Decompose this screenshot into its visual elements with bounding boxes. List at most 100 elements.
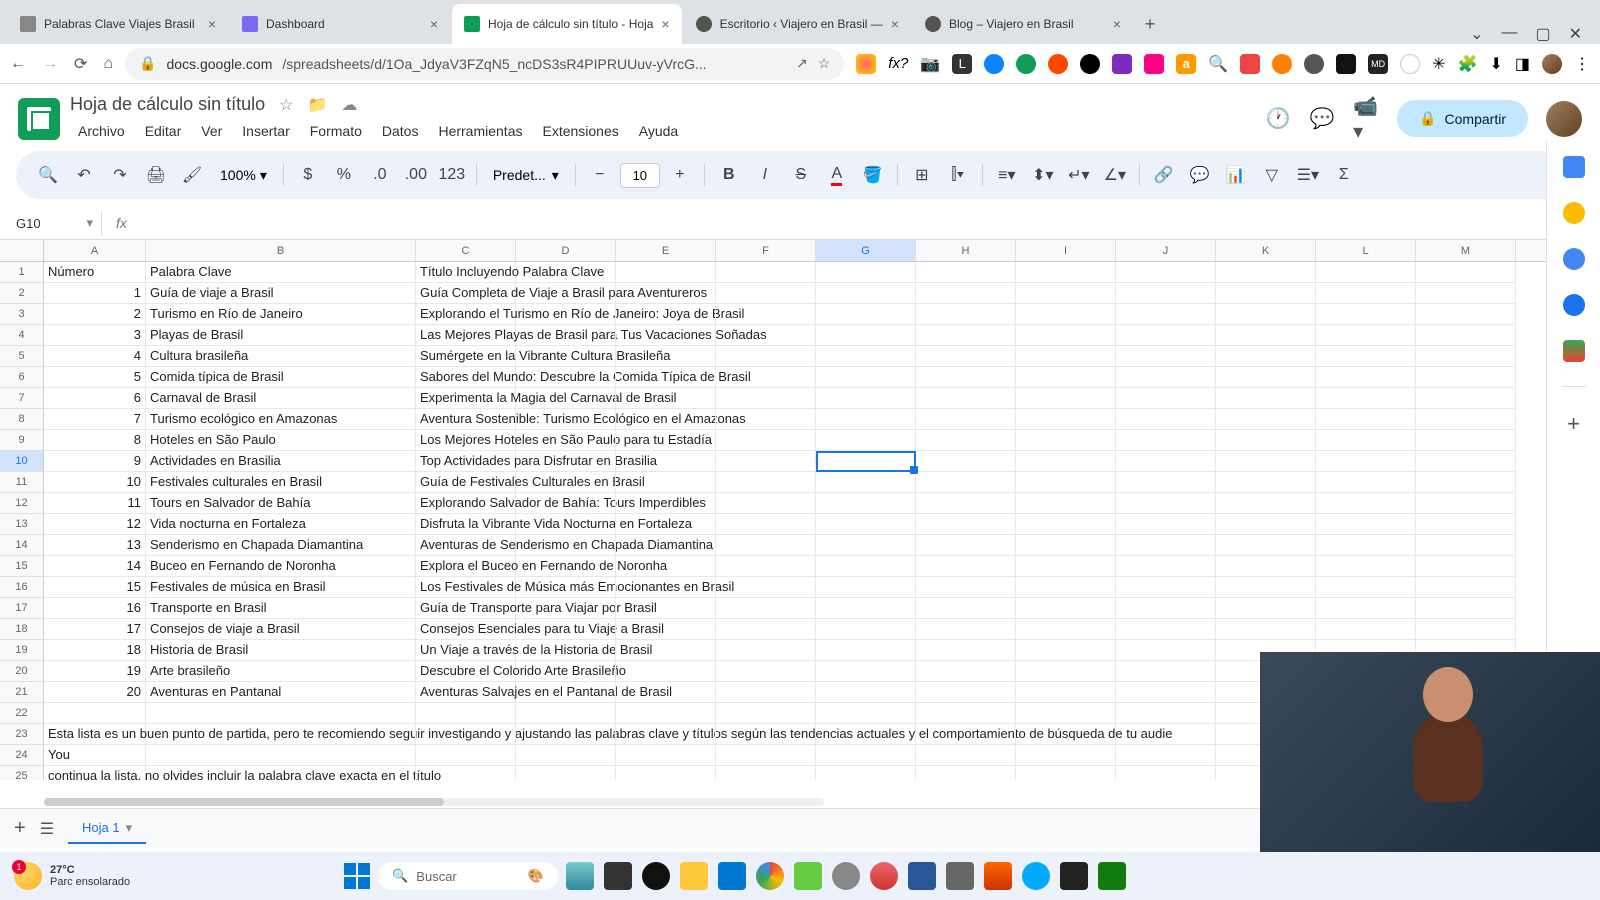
- row-header[interactable]: 2: [0, 283, 44, 304]
- row-header[interactable]: 6: [0, 367, 44, 388]
- cell[interactable]: [146, 703, 416, 724]
- close-icon[interactable]: ×: [661, 16, 669, 32]
- row-header[interactable]: 24: [0, 745, 44, 766]
- cell[interactable]: 14: [44, 556, 146, 577]
- cell[interactable]: Top Actividades para Disfrutar en Brasil…: [416, 451, 516, 472]
- cell[interactable]: continua la lista, no olvides incluir la…: [44, 766, 146, 780]
- cell[interactable]: [616, 640, 716, 661]
- cell[interactable]: [816, 283, 916, 304]
- cell[interactable]: Esta lista es un buen punto de partida, …: [44, 724, 146, 745]
- cell[interactable]: [816, 430, 916, 451]
- cell[interactable]: [1016, 535, 1116, 556]
- menu-archivo[interactable]: Archivo: [70, 119, 133, 143]
- cell[interactable]: [1016, 661, 1116, 682]
- cell[interactable]: [1016, 346, 1116, 367]
- extension-icon[interactable]: [1400, 54, 1420, 74]
- formula-bar[interactable]: [141, 211, 1592, 235]
- col-header[interactable]: F: [716, 240, 816, 261]
- cell[interactable]: [816, 640, 916, 661]
- cell[interactable]: [1316, 367, 1416, 388]
- cell[interactable]: [616, 367, 716, 388]
- cell[interactable]: [1116, 514, 1216, 535]
- sheet-menu-icon[interactable]: ▾: [126, 820, 133, 836]
- row-header[interactable]: 14: [0, 535, 44, 556]
- cell[interactable]: [916, 514, 1016, 535]
- taskbar-chrome-icon[interactable]: [756, 862, 784, 890]
- row-header[interactable]: 15: [0, 556, 44, 577]
- cell[interactable]: [816, 388, 916, 409]
- cell[interactable]: [616, 262, 716, 283]
- col-header[interactable]: C: [416, 240, 516, 261]
- cell[interactable]: [1216, 388, 1316, 409]
- extension-icon[interactable]: [1048, 54, 1068, 74]
- taskbar-app-icon[interactable]: [832, 862, 860, 890]
- cell[interactable]: [916, 409, 1016, 430]
- cell[interactable]: 4: [44, 346, 146, 367]
- cell[interactable]: [1016, 514, 1116, 535]
- cell[interactable]: [616, 472, 716, 493]
- cell[interactable]: [1016, 745, 1116, 766]
- cell[interactable]: [716, 682, 816, 703]
- cell[interactable]: [1216, 430, 1316, 451]
- cell[interactable]: [1416, 472, 1516, 493]
- cell[interactable]: [516, 766, 616, 780]
- cell[interactable]: [1416, 619, 1516, 640]
- cell[interactable]: [716, 724, 816, 745]
- cell[interactable]: [1216, 346, 1316, 367]
- cell[interactable]: [716, 451, 816, 472]
- cell[interactable]: [1316, 451, 1416, 472]
- extension-icon[interactable]: 📷: [920, 54, 940, 74]
- cell[interactable]: [616, 619, 716, 640]
- row-header[interactable]: 25: [0, 766, 44, 780]
- cell[interactable]: [616, 556, 716, 577]
- cell[interactable]: [1216, 619, 1316, 640]
- cell[interactable]: [1416, 451, 1516, 472]
- cell[interactable]: Las Mejores Playas de Brasil para Tus Va…: [416, 325, 516, 346]
- cell[interactable]: [1116, 556, 1216, 577]
- cell[interactable]: [716, 661, 816, 682]
- cell[interactable]: Un Viaje a través de la Historia de Bras…: [416, 640, 516, 661]
- cell[interactable]: [816, 745, 916, 766]
- cell[interactable]: [1116, 703, 1216, 724]
- cell[interactable]: [1116, 472, 1216, 493]
- row-header[interactable]: 17: [0, 598, 44, 619]
- cell[interactable]: [1216, 598, 1316, 619]
- cell[interactable]: [416, 724, 516, 745]
- cell[interactable]: Vida nocturna en Fortaleza: [146, 514, 416, 535]
- row-header[interactable]: 5: [0, 346, 44, 367]
- taskbar-app-icon[interactable]: [984, 862, 1012, 890]
- cell[interactable]: Sabores del Mundo: Descubre la Comida Tí…: [416, 367, 516, 388]
- cell[interactable]: [1016, 766, 1116, 780]
- cell[interactable]: [916, 724, 1016, 745]
- cell[interactable]: [1116, 682, 1216, 703]
- col-header[interactable]: K: [1216, 240, 1316, 261]
- cell[interactable]: Buceo en Fernando de Noronha: [146, 556, 416, 577]
- cell[interactable]: [1116, 493, 1216, 514]
- extension-icon[interactable]: 🔍: [1208, 54, 1228, 74]
- cell[interactable]: [616, 409, 716, 430]
- cell[interactable]: [1316, 514, 1416, 535]
- comments-icon[interactable]: 💬: [1309, 106, 1335, 132]
- cell[interactable]: [916, 598, 1016, 619]
- taskbar-app-icon[interactable]: [908, 862, 936, 890]
- share-icon[interactable]: ↗: [796, 55, 808, 72]
- font-select[interactable]: Predet... ▾: [485, 163, 567, 188]
- cell[interactable]: [1316, 556, 1416, 577]
- cell[interactable]: Sumérgete en la Vibrante Cultura Brasile…: [416, 346, 516, 367]
- cell[interactable]: [816, 493, 916, 514]
- increase-decimal-icon[interactable]: .00: [400, 159, 432, 191]
- cell[interactable]: [1016, 640, 1116, 661]
- cell[interactable]: Número: [44, 262, 146, 283]
- cell[interactable]: [616, 535, 716, 556]
- cell[interactable]: [716, 598, 816, 619]
- menu-herramientas[interactable]: Herramientas: [430, 119, 530, 143]
- cell[interactable]: [1416, 514, 1516, 535]
- cell[interactable]: [616, 703, 716, 724]
- cell[interactable]: [1216, 577, 1316, 598]
- cell[interactable]: 2: [44, 304, 146, 325]
- cell[interactable]: [1016, 304, 1116, 325]
- profile-avatar[interactable]: [1542, 54, 1562, 74]
- cell[interactable]: [416, 766, 516, 780]
- extension-icon[interactable]: a: [1176, 54, 1196, 74]
- cell[interactable]: [716, 493, 816, 514]
